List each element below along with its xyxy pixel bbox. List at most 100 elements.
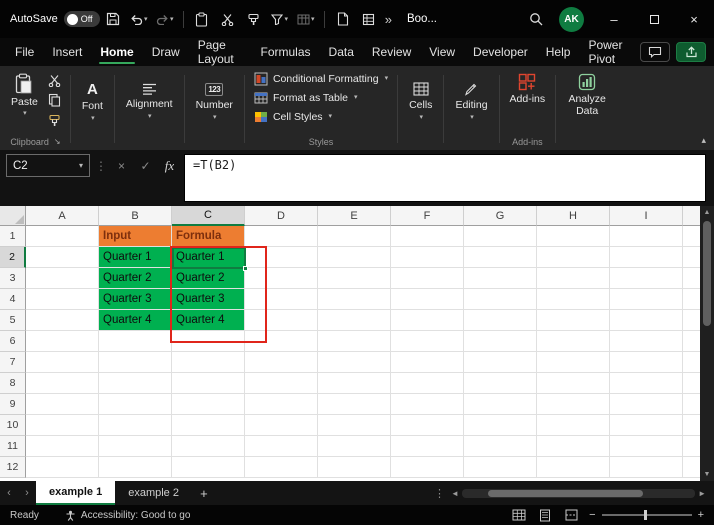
zoom-out-icon[interactable]: − — [589, 509, 595, 521]
cell-I8[interactable] — [610, 373, 683, 394]
addins-button[interactable]: Add-ins — [505, 70, 551, 108]
cell-B10[interactable] — [99, 415, 172, 436]
cell-A12[interactable] — [26, 457, 99, 478]
menu-tab-draw[interactable]: Draw — [143, 38, 189, 66]
table-quick-button[interactable]: ▾ — [294, 6, 318, 32]
horizontal-scrollbar-thumb[interactable] — [487, 489, 643, 497]
menu-tab-view[interactable]: View — [420, 38, 464, 66]
cell-H2[interactable] — [537, 247, 610, 268]
cell-B8[interactable] — [99, 373, 172, 394]
cell-D9[interactable] — [245, 394, 318, 415]
cell-C10[interactable] — [172, 415, 245, 436]
cell-D7[interactable] — [245, 352, 318, 373]
name-box-dropdown-icon[interactable]: ▾ — [79, 161, 83, 170]
column-header-F[interactable]: F — [391, 206, 464, 226]
quick-access-overflow-icon[interactable]: » — [385, 12, 392, 27]
cell-G11[interactable] — [464, 436, 537, 457]
cell-G5[interactable] — [464, 310, 537, 331]
menu-tab-help[interactable]: Help — [537, 38, 580, 66]
format-painter-button[interactable] — [45, 112, 65, 128]
cell-B3[interactable]: Quarter 2 — [99, 268, 172, 289]
page-layout-view-button[interactable] — [537, 508, 553, 522]
cell-F5[interactable] — [391, 310, 464, 331]
share-button[interactable] — [676, 42, 706, 62]
row-header-5[interactable]: 5 — [0, 310, 26, 331]
formula-bar-handle[interactable]: ⋮ — [95, 154, 107, 177]
column-header-H[interactable]: H — [537, 206, 610, 226]
select-all-corner[interactable] — [0, 206, 26, 226]
column-header-A[interactable]: A — [26, 206, 99, 226]
menu-tab-developer[interactable]: Developer — [464, 38, 537, 66]
cell-I6[interactable] — [610, 331, 683, 352]
undo-dropdown-icon[interactable]: ▾ — [144, 16, 148, 23]
cell-B1[interactable]: Input — [99, 226, 172, 247]
cell-E3[interactable] — [318, 268, 391, 289]
cell-G2[interactable] — [464, 247, 537, 268]
comments-button[interactable] — [640, 42, 670, 62]
cell-B2[interactable]: Quarter 1 — [99, 247, 172, 268]
row-header-8[interactable]: 8 — [0, 373, 26, 394]
cell-A11[interactable] — [26, 436, 99, 457]
menu-tab-power-pivot[interactable]: Power Pivot — [579, 38, 640, 66]
menu-tab-data[interactable]: Data — [320, 38, 363, 66]
menu-tab-formulas[interactable]: Formulas — [252, 38, 320, 66]
cell-H12[interactable] — [537, 457, 610, 478]
column-header-D[interactable]: D — [245, 206, 318, 226]
cell-A2[interactable] — [26, 247, 99, 268]
row-header-4[interactable]: 4 — [0, 289, 26, 310]
cell-G8[interactable] — [464, 373, 537, 394]
page-break-view-button[interactable] — [563, 508, 579, 522]
cell-G9[interactable] — [464, 394, 537, 415]
clipboard-dialog-launcher-icon[interactable]: ↘ — [54, 137, 61, 146]
cell-I11[interactable] — [610, 436, 683, 457]
autosave-toggle[interactable]: Off — [63, 11, 100, 27]
tabbar-options-icon[interactable]: ⋮ — [428, 487, 451, 500]
cell-G4[interactable] — [464, 289, 537, 310]
copy-button[interactable] — [45, 92, 65, 108]
cell-E4[interactable] — [318, 289, 391, 310]
row-header-12[interactable]: 12 — [0, 457, 26, 478]
cell-D1[interactable] — [245, 226, 318, 247]
row-header-3[interactable]: 3 — [0, 268, 26, 289]
new-sheet-button[interactable]: + — [192, 486, 216, 501]
undo-button[interactable]: ▾ — [127, 6, 151, 32]
font-group-button[interactable]: A Font ▾ — [74, 80, 111, 124]
cell-F10[interactable] — [391, 415, 464, 436]
column-header-I[interactable]: I — [610, 206, 683, 226]
horizontal-scrollbar[interactable]: ◄ ► — [451, 488, 706, 498]
cell-C2[interactable]: Quarter 1 — [172, 247, 245, 268]
cell-F2[interactable] — [391, 247, 464, 268]
cell-H3[interactable] — [537, 268, 610, 289]
row-header-10[interactable]: 10 — [0, 415, 26, 436]
menu-tab-review[interactable]: Review — [363, 38, 420, 66]
name-box[interactable]: C2 ▾ — [6, 154, 90, 177]
cell-G6[interactable] — [464, 331, 537, 352]
column-header-B[interactable]: B — [99, 206, 172, 226]
workbook-quick-button[interactable] — [357, 6, 381, 32]
cell-E6[interactable] — [318, 331, 391, 352]
cell-I12[interactable] — [610, 457, 683, 478]
conditional-formatting-button[interactable]: Conditional Formatting ▾ — [250, 70, 392, 87]
cell-F11[interactable] — [391, 436, 464, 457]
editing-group-button[interactable]: Editing ▾ — [447, 80, 495, 123]
cell-G3[interactable] — [464, 268, 537, 289]
format-painter-quick-button[interactable] — [242, 6, 266, 32]
maximize-button[interactable] — [634, 0, 674, 38]
cell-F6[interactable] — [391, 331, 464, 352]
cell-I3[interactable] — [610, 268, 683, 289]
zoom-in-icon[interactable]: + — [698, 509, 704, 521]
minimize-button[interactable]: – — [594, 0, 634, 38]
analyze-data-button[interactable]: Analyze Data — [561, 70, 613, 120]
cell-A5[interactable] — [26, 310, 99, 331]
cell-B7[interactable] — [99, 352, 172, 373]
cell-I9[interactable] — [610, 394, 683, 415]
formula-input[interactable]: =T(B2) — [184, 154, 706, 202]
cell-D2[interactable] — [245, 247, 318, 268]
cell-D4[interactable] — [245, 289, 318, 310]
insert-function-button[interactable]: fx — [160, 154, 179, 177]
sheet-tab-example-1[interactable]: example 1 — [36, 481, 116, 505]
row-header-1[interactable]: 1 — [0, 226, 26, 247]
cell-E10[interactable] — [318, 415, 391, 436]
cell-I4[interactable] — [610, 289, 683, 310]
cell-C7[interactable] — [172, 352, 245, 373]
